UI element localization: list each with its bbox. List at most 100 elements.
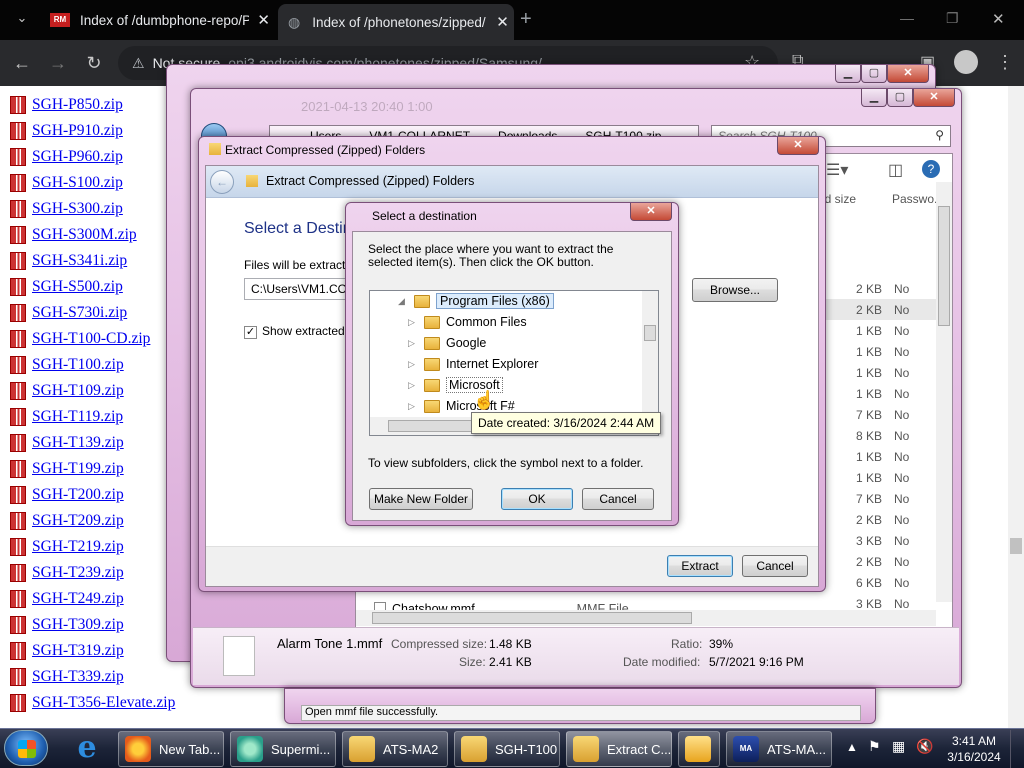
network-icon[interactable]: ▦ [892, 738, 905, 755]
search-icon[interactable]: ⚲ [935, 128, 944, 142]
close-button[interactable]: ✕ [630, 203, 672, 221]
file-link[interactable]: SGH-S300M.zip [10, 226, 137, 244]
expand-arrow-icon[interactable]: ▷ [408, 401, 418, 412]
tree-hscroll-thumb[interactable] [388, 420, 472, 432]
file-link[interactable]: SGH-S100.zip [10, 174, 123, 192]
expand-arrow-icon[interactable]: ▷ [408, 380, 418, 391]
file-link-text[interactable]: SGH-T209.zip [32, 512, 124, 530]
file-link[interactable]: SGH-S500.zip [10, 278, 123, 296]
file-link[interactable]: SGH-T199.zip [10, 460, 124, 478]
taskbar-chrome[interactable]: New Tab... [118, 731, 224, 767]
ok-button[interactable]: OK [501, 488, 573, 510]
clock[interactable]: 3:41 AM 3/16/2024 [946, 733, 1002, 765]
file-link[interactable]: SGH-S730i.zip [10, 304, 127, 322]
file-link-text[interactable]: SGH-T309.zip [32, 616, 124, 634]
file-link[interactable]: SGH-T249.zip [10, 590, 124, 608]
file-link-text[interactable]: SGH-T109.zip [32, 382, 124, 400]
file-link-text[interactable]: SGH-S300.zip [32, 200, 123, 218]
tab-search-chevron-icon[interactable]: ⌄ [4, 10, 40, 26]
close-tab-icon[interactable]: ✕ [496, 13, 509, 31]
file-link-text[interactable]: SGH-T239.zip [32, 564, 124, 582]
tree-item[interactable]: ◢ Program Files (x86) [398, 291, 554, 311]
file-link-text[interactable]: SGH-T339.zip [32, 668, 124, 686]
file-link-text[interactable]: SGH-T249.zip [32, 590, 124, 608]
file-link-text[interactable]: SGH-T319.zip [32, 642, 124, 660]
file-link[interactable]: SGH-P960.zip [10, 148, 123, 166]
help-icon[interactable]: ? [922, 160, 940, 178]
taskbar-supermium[interactable]: Supermi... [230, 731, 336, 767]
close-button[interactable]: ✕ [777, 137, 819, 155]
file-link-text[interactable]: SGH-T219.zip [32, 538, 124, 556]
file-link[interactable]: SGH-T100.zip [10, 356, 124, 374]
explorer-hscrollbar[interactable] [356, 610, 936, 626]
file-link[interactable]: SGH-T109.zip [10, 382, 124, 400]
view-options-icon[interactable]: ☰▾ [826, 160, 848, 180]
file-link-text[interactable]: SGH-S100.zip [32, 174, 123, 192]
hscroll-thumb[interactable] [372, 612, 692, 624]
file-link[interactable]: SGH-T100-CD.zip [10, 330, 150, 348]
expand-arrow-icon[interactable]: ▷ [408, 359, 418, 370]
file-link-text[interactable]: SGH-T139.zip [32, 434, 124, 452]
tree-vscroll-thumb[interactable] [644, 325, 656, 341]
back-icon[interactable]: ← [210, 170, 234, 194]
chrome-menu-icon[interactable]: ⋮ [996, 52, 1014, 73]
taskbar-media[interactable] [678, 731, 720, 767]
volume-muted-icon[interactable]: 🔇 [916, 738, 933, 755]
file-link[interactable]: SGH-T356-Elevate.zip [10, 694, 175, 712]
file-link-text[interactable]: SGH-S500.zip [32, 278, 123, 296]
file-link[interactable]: SGH-T139.zip [10, 434, 124, 452]
file-link-text[interactable]: SGH-P910.zip [32, 122, 123, 140]
tab-dumbphone-repo[interactable]: RM Index of /dumbphone-repo/Pr ✕ [42, 0, 270, 40]
expand-arrow-icon[interactable]: ▷ [408, 317, 418, 328]
explorer-vscrollbar[interactable] [936, 182, 952, 602]
reload-icon[interactable]: ↻ [76, 53, 112, 74]
file-link-text[interactable]: SGH-P960.zip [32, 148, 123, 166]
taskbar-ats-ma2[interactable]: ATS-MA2 [342, 731, 448, 767]
internet-explorer-icon[interactable]: e [64, 732, 110, 766]
forward-icon[interactable]: → [40, 53, 76, 74]
back-icon[interactable]: ← [4, 53, 40, 74]
file-link[interactable]: SGH-T239.zip [10, 564, 124, 582]
collapse-arrow-icon[interactable]: ◢ [398, 296, 408, 307]
maximize-button[interactable]: ▢ [887, 89, 913, 107]
extract-button[interactable]: Extract [667, 555, 733, 577]
file-link[interactable]: SGH-T209.zip [10, 512, 124, 530]
taskbar-sgh-t100[interactable]: SGH-T100 [454, 731, 560, 767]
tree-item[interactable]: ▷ Internet Explorer [408, 354, 538, 374]
file-link-text[interactable]: SGH-S730i.zip [32, 304, 127, 322]
file-link[interactable]: SGH-P910.zip [10, 122, 123, 140]
restore-icon[interactable]: ❐ [946, 10, 959, 27]
file-link-text[interactable]: SGH-S300M.zip [32, 226, 137, 244]
maximize-button[interactable]: ▢ [861, 65, 887, 83]
tree-item[interactable]: ▷ Google [408, 333, 486, 353]
file-link-text[interactable]: SGH-T119.zip [32, 408, 123, 426]
file-link[interactable]: SGH-S300.zip [10, 200, 123, 218]
show-hidden-icons[interactable]: ▲ [846, 740, 858, 754]
tree-vscrollbar[interactable] [642, 291, 658, 417]
file-link[interactable]: SGH-T200.zip [10, 486, 124, 504]
file-link-text[interactable]: SGH-T199.zip [32, 460, 124, 478]
file-link-text[interactable]: SGH-T100-CD.zip [32, 330, 150, 348]
cancel-button[interactable]: Cancel [582, 488, 654, 510]
preview-pane-icon[interactable]: ◫ [888, 160, 903, 180]
taskbar-ats-ma[interactable]: MA ATS-MA... [726, 731, 832, 767]
file-link[interactable]: SGH-T219.zip [10, 538, 124, 556]
page-scrollbar[interactable] [1008, 86, 1024, 728]
show-desktop-button[interactable] [1010, 730, 1024, 768]
make-new-folder-button[interactable]: Make New Folder [369, 488, 473, 510]
file-link[interactable]: SGH-T319.zip [10, 642, 124, 660]
file-link-text[interactable]: SGH-S341i.zip [32, 252, 127, 270]
wizard-cancel-button[interactable]: Cancel [742, 555, 808, 577]
file-link-text[interactable]: SGH-T100.zip [32, 356, 124, 374]
file-link[interactable]: SGH-T339.zip [10, 668, 124, 686]
minimize-icon[interactable]: — [900, 10, 914, 26]
file-link[interactable]: SGH-T119.zip [10, 408, 123, 426]
file-link-text[interactable]: SGH-T356-Elevate.zip [32, 694, 175, 712]
close-tab-icon[interactable]: ✕ [257, 11, 270, 29]
profile-avatar[interactable] [954, 50, 978, 74]
vscroll-thumb[interactable] [938, 206, 950, 326]
file-link-text[interactable]: SGH-P850.zip [32, 96, 123, 114]
close-button[interactable]: ✕ [913, 89, 955, 107]
start-button[interactable] [4, 730, 48, 766]
action-center-flag-icon[interactable]: ⚑ [868, 738, 881, 755]
